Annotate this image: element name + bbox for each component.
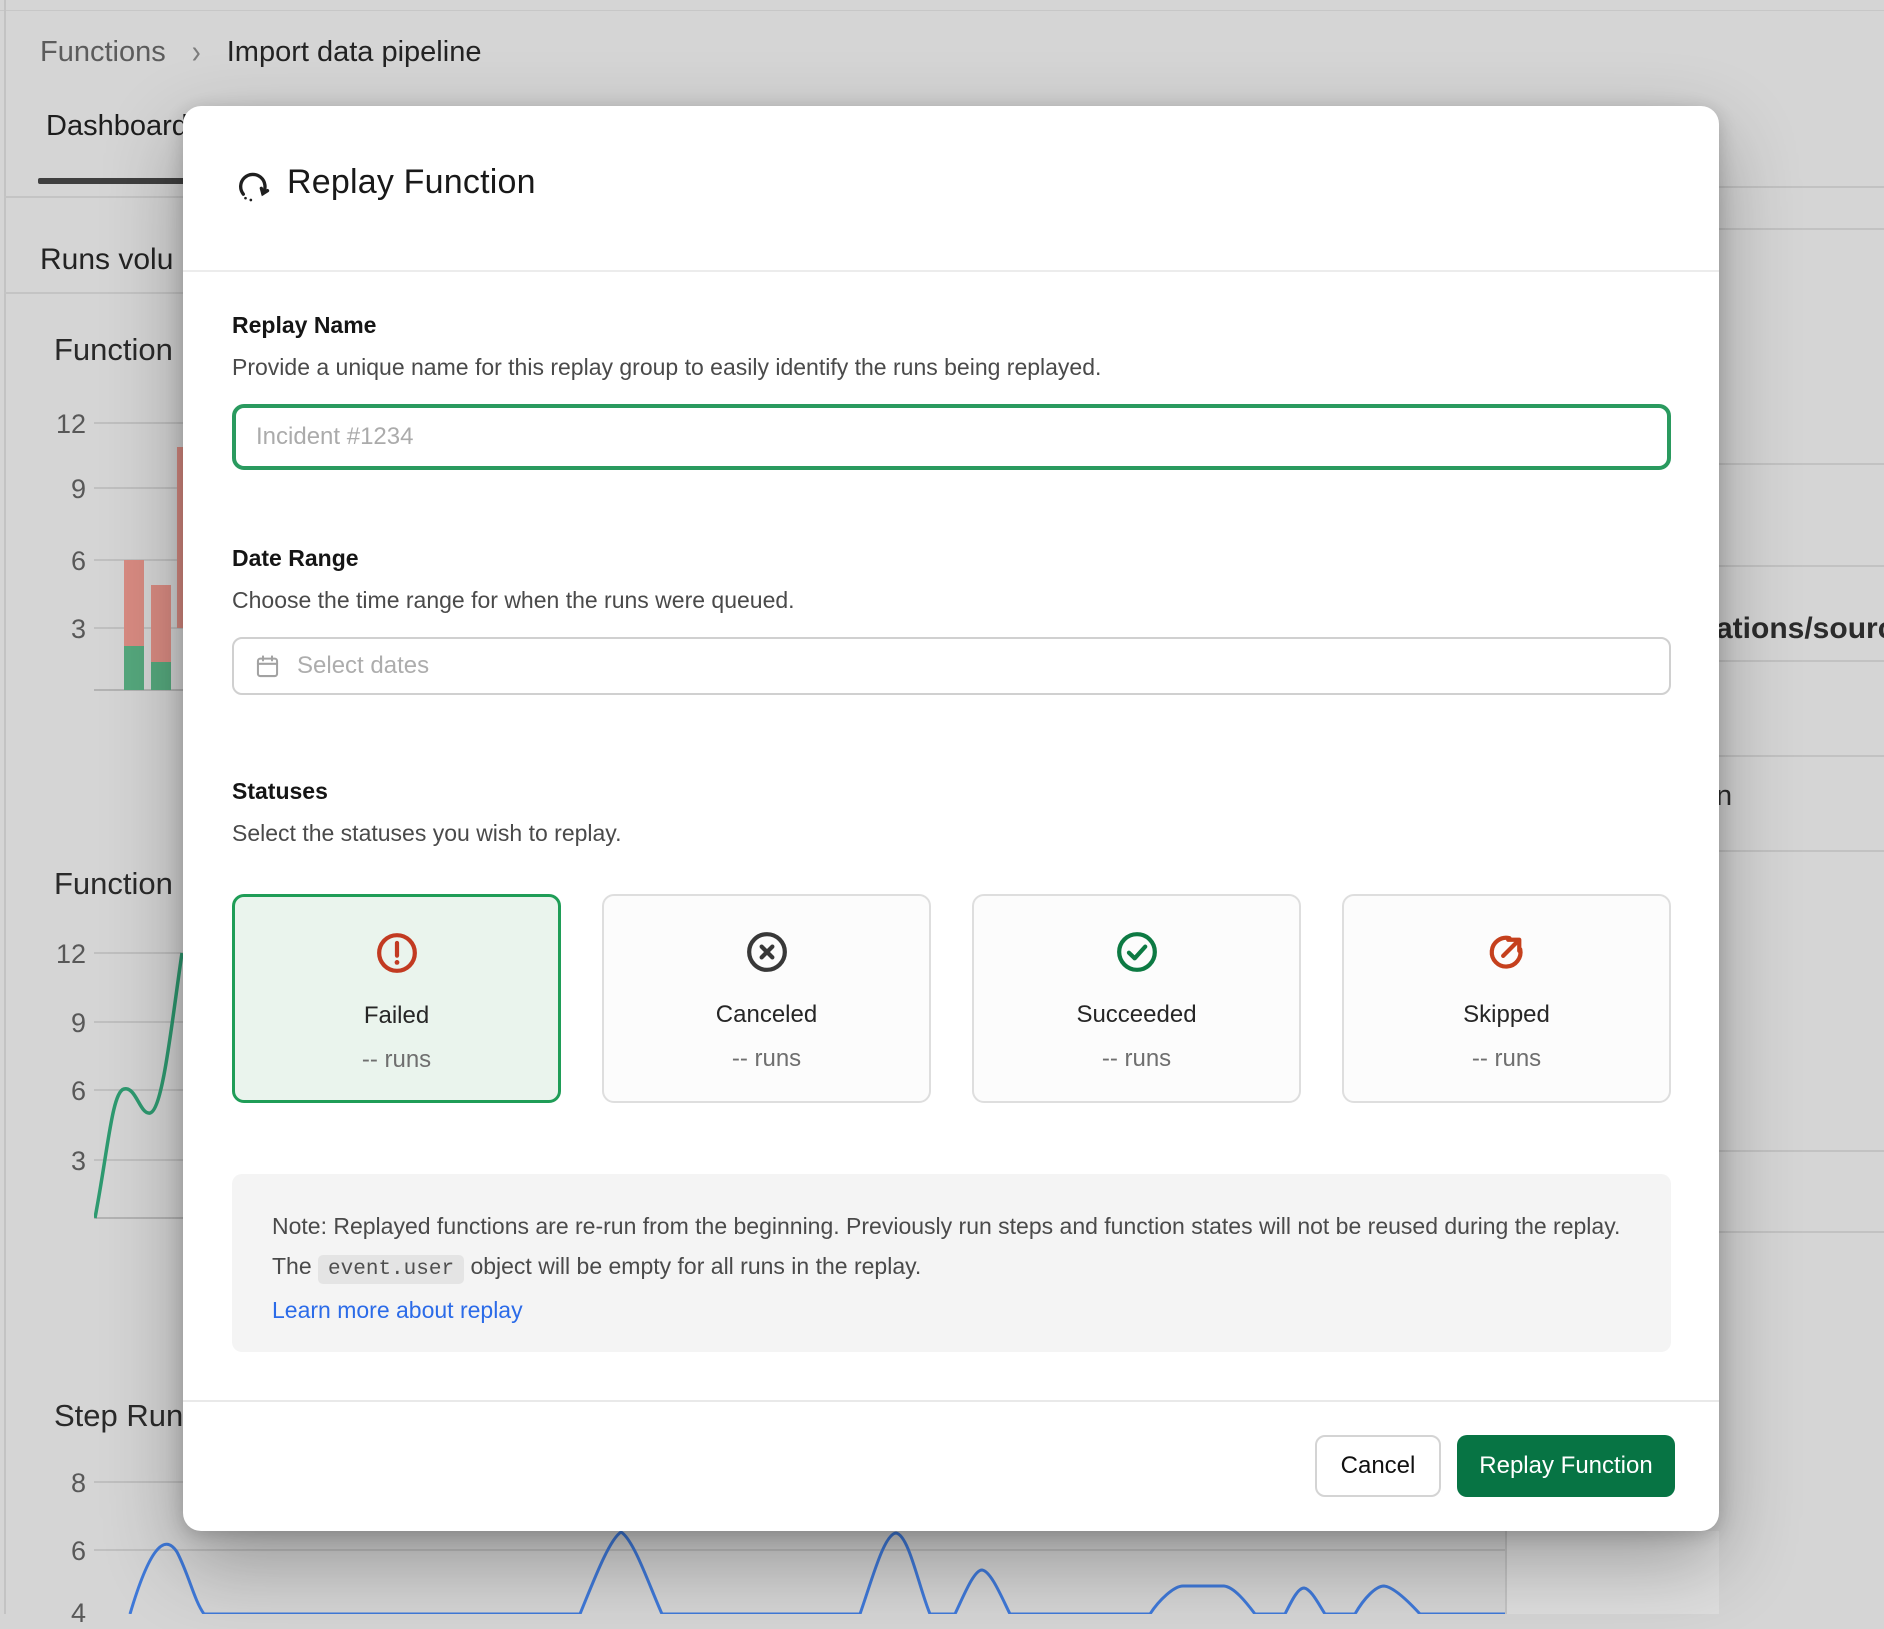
bg-divider — [1719, 660, 1884, 662]
status-card-runs: -- runs — [1472, 1044, 1541, 1074]
x-circle-icon — [744, 928, 790, 976]
bg-divider — [1719, 1150, 1884, 1152]
status-card-runs: -- runs — [732, 1044, 801, 1074]
runs-volume-title: Runs volu — [40, 243, 173, 277]
statuses-label: Statuses — [232, 776, 328, 806]
status-card-runs: -- runs — [1102, 1044, 1171, 1074]
arrow-out-circle-icon — [1484, 928, 1530, 976]
replay-function-button[interactable]: Replay Function — [1457, 1435, 1675, 1497]
replay-name-description: Provide a unique name for this replay gr… — [232, 352, 1101, 382]
tab-active-indicator — [38, 178, 190, 184]
bg-divider — [1719, 565, 1884, 567]
status-card-canceled[interactable]: Canceled -- runs — [602, 894, 931, 1103]
bg-divider — [1719, 755, 1884, 757]
bg-divider — [4, 196, 184, 198]
replay-icon — [233, 166, 273, 211]
date-range-input[interactable] — [295, 638, 1669, 694]
date-range-description: Choose the time range for when the runs … — [232, 585, 795, 615]
bg-divider — [1719, 463, 1884, 465]
status-card-skipped[interactable]: Skipped -- runs — [1342, 894, 1671, 1103]
chevron-right-icon: › — [192, 33, 201, 72]
bg-divider — [1505, 1531, 1507, 1614]
page-top-border — [0, 10, 1884, 11]
replay-name-label: Replay Name — [232, 310, 376, 340]
calendar-icon — [254, 653, 281, 680]
ytick: 6 — [40, 546, 86, 577]
status-card-runs: -- runs — [362, 1045, 431, 1075]
check-circle-icon — [1114, 928, 1160, 976]
ytick: 12 — [40, 939, 86, 970]
status-card-label: Skipped — [1463, 1000, 1550, 1030]
ytick: 9 — [40, 474, 86, 505]
bg-chart3-title: Step Run — [54, 1398, 183, 1434]
bg-path-fragment: ations/sourc — [1716, 612, 1884, 646]
replay-function-modal: Replay Function Replay Name Provide a un… — [183, 106, 1719, 1531]
note-box: Note: Replayed functions are re-run from… — [232, 1174, 1671, 1352]
ytick: 12 — [40, 409, 86, 440]
bg-divider — [1719, 850, 1884, 852]
replay-name-input[interactable] — [232, 404, 1671, 470]
page-left-border — [4, 0, 6, 1614]
bg-divider — [4, 292, 184, 294]
tab-dashboard[interactable]: Dashboard — [46, 110, 188, 143]
status-card-label: Failed — [364, 1001, 429, 1031]
statuses-description: Select the statuses you wish to replay. — [232, 818, 622, 848]
bg-line-chart — [94, 940, 184, 1230]
ytick: 8 — [40, 1468, 86, 1499]
bg-panel — [1506, 1531, 1719, 1614]
ytick: 6 — [40, 1076, 86, 1107]
learn-more-link[interactable]: Learn more about replay — [272, 1297, 523, 1323]
note-text: object will be empty for all runs in the… — [464, 1253, 921, 1279]
header-divider — [183, 270, 1719, 272]
bg-chart1-title: Function — [54, 332, 173, 368]
breadcrumb-functions[interactable]: Functions — [40, 36, 166, 69]
status-card-failed[interactable]: Failed -- runs — [232, 894, 561, 1103]
note-code-chip: event.user — [318, 1255, 464, 1284]
breadcrumb: Functions › Import data pipeline — [40, 36, 481, 69]
modal-title: Replay Function — [287, 163, 536, 202]
modal-header: Replay Function — [183, 106, 1719, 270]
ytick: 3 — [40, 614, 86, 645]
bg-divider — [1719, 228, 1884, 230]
status-card-label: Canceled — [716, 1000, 817, 1030]
status-card-succeeded[interactable]: Succeeded -- runs — [972, 894, 1301, 1103]
bg-divider — [1719, 186, 1884, 188]
date-range-field[interactable] — [232, 637, 1671, 695]
breadcrumb-current: Import data pipeline — [227, 36, 482, 69]
status-card-label: Succeeded — [1076, 1000, 1196, 1030]
bg-divider — [1719, 1231, 1884, 1233]
bg-bar-chart — [94, 400, 184, 700]
alert-circle-icon — [374, 929, 420, 977]
ytick: 6 — [40, 1536, 86, 1567]
status-cards-row: Failed -- runs Canceled -- runs Suc — [232, 894, 1671, 1103]
ytick: 3 — [40, 1146, 86, 1177]
cancel-button[interactable]: Cancel — [1315, 1435, 1441, 1497]
ytick: 9 — [40, 1008, 86, 1039]
bg-chart2-title: Function — [54, 866, 173, 902]
date-range-label: Date Range — [232, 543, 359, 573]
modal-footer: Cancel Replay Function — [183, 1400, 1719, 1531]
